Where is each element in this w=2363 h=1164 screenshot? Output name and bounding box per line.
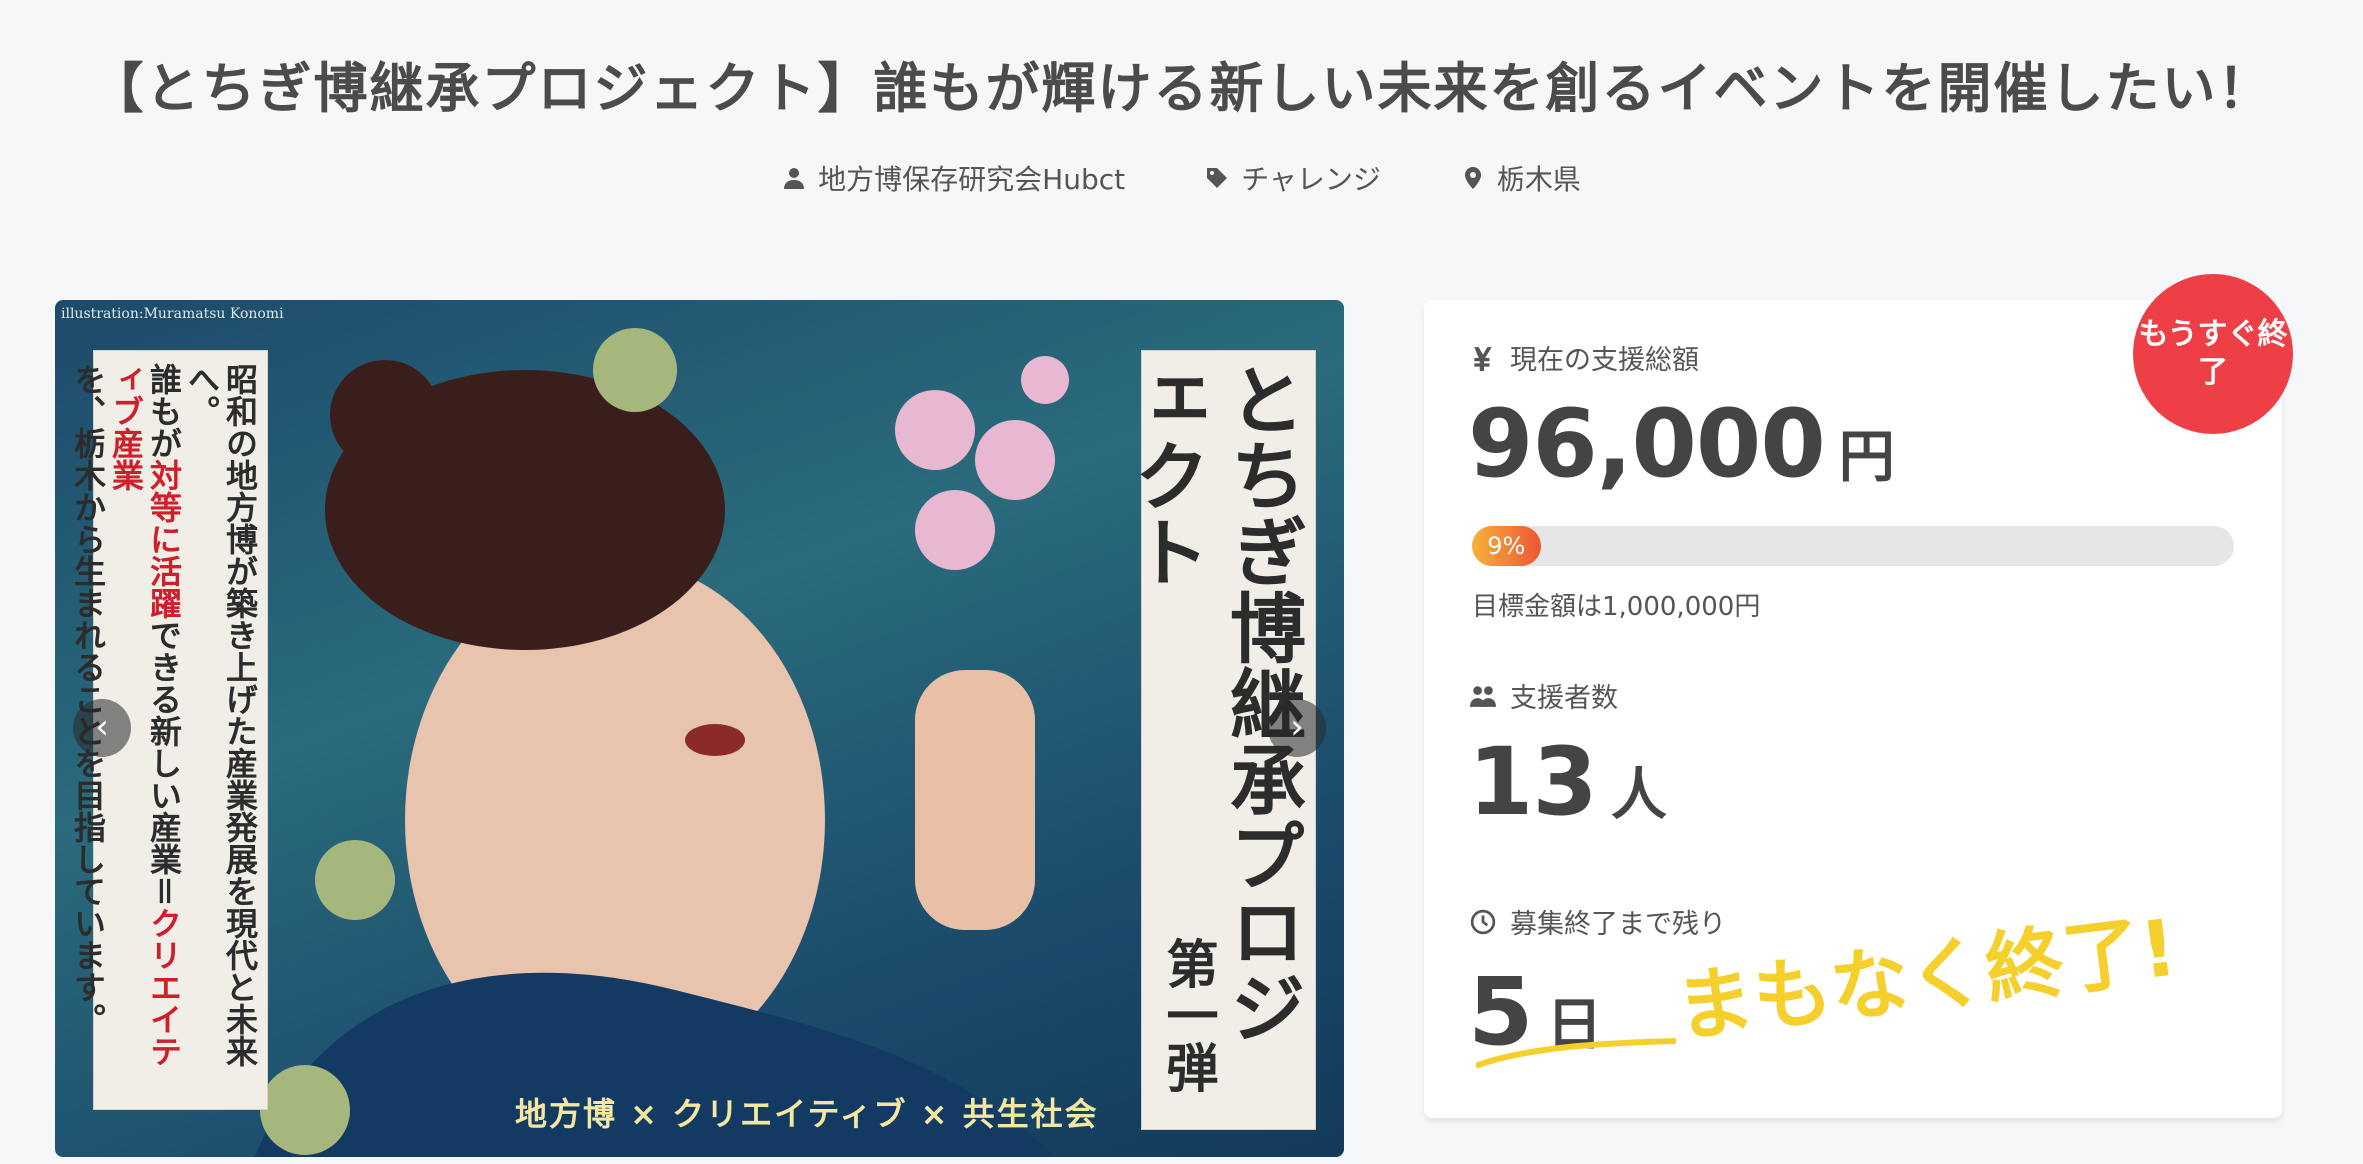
page-title: 【とちぎ博継承プロジェクト】誰もが輝ける新しい未来を創るイベントを開催したい！	[89, 57, 2274, 120]
handwritten-note: まもなく終了!!	[1674, 910, 2174, 1040]
concept-line-3: できる新しい産業＝	[145, 619, 183, 908]
supporters-label: 支援者数	[1470, 676, 1618, 715]
tag-icon	[1207, 168, 1228, 188]
location-name: 栃木県	[1496, 163, 1581, 196]
location-pin-icon	[1464, 167, 1481, 189]
project-meta: 地方博保存研究会Hubct チャレンジ 栃木県	[0, 158, 2363, 198]
amount-label: 現在の支援総額	[1470, 338, 1699, 377]
svg-text:まもなく終了!!: まもなく終了!!	[1674, 910, 2174, 1040]
person-icon	[784, 168, 805, 189]
concept-line-2: 誰もが	[145, 363, 183, 459]
funding-stats-card: 現在の支援総額 96,000 円 9% 目標金額は1,000,000円 支援者数 …	[1424, 300, 2282, 1118]
category-link[interactable]: チャレンジ	[1205, 158, 1381, 198]
ending-soon-badge: もうすぐ終了	[2133, 274, 2293, 434]
carousel-prev-button[interactable]: ‹	[73, 699, 131, 757]
yen-icon	[1474, 346, 1492, 371]
funding-progress-bar: 9%	[1472, 526, 2234, 566]
funding-amount: 96,000 円	[1468, 390, 1895, 499]
goal-amount: 目標金額は1,000,000円	[1472, 592, 1761, 622]
project-image-carousel[interactable]: illustration:Muramatsu Konomi 昭和の地方博が築き上…	[55, 300, 1344, 1157]
category-name: チャレンジ	[1241, 163, 1381, 196]
clock-icon	[1470, 909, 1496, 934]
group-icon	[1470, 685, 1496, 707]
hero-slogan: 地方博 × クリエイティブ × 共生社会	[515, 1095, 1099, 1133]
location-link[interactable]: 栃木県	[1461, 158, 1581, 198]
project-subtitle-vertical: 第一弾	[1157, 937, 1218, 1093]
owner-name: 地方博保存研究会Hubct	[818, 163, 1126, 196]
handwritten-underline	[1476, 1038, 1676, 1068]
carousel-next-button[interactable]: ›	[1268, 699, 1326, 757]
supporter-count: 13 人	[1468, 728, 1667, 837]
concept-highlight-1: 対等に活躍	[145, 459, 183, 619]
funding-progress-fill: 9%	[1472, 526, 1541, 566]
concept-line-1: 昭和の地方博が築き上げた産業発展を現代と未来へ。	[183, 363, 259, 1067]
owner-link[interactable]: 地方博保存研究会Hubct	[782, 158, 1125, 198]
